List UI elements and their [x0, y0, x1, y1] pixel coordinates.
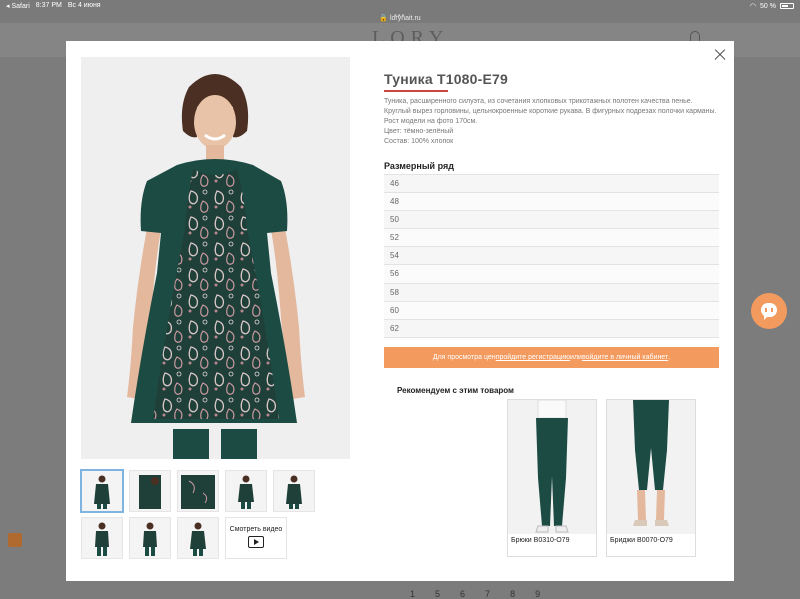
product-description-block: Туника, расширенного силуэта, из сочетан…: [384, 97, 720, 147]
sizes-heading: Размерный ряд: [384, 161, 454, 171]
thumbnail[interactable]: [81, 517, 123, 559]
model-illustration: [127, 74, 305, 459]
product-quick-view-modal: Смотреть видео Туника Т1080-Е79 Туника, …: [66, 41, 734, 581]
banner-text: .: [668, 354, 671, 361]
size-row: 60: [384, 301, 719, 320]
sidebar-badge: [8, 533, 22, 547]
capri-illustration: [633, 400, 669, 526]
thumbnail[interactable]: [177, 470, 219, 512]
play-icon: [248, 536, 264, 548]
product-color: Цвет: тёмно-зелёный: [384, 128, 454, 135]
recommended-product-photo: [508, 400, 596, 534]
pagination: 1 5 6 7 8 9: [410, 589, 540, 599]
model-figure-icon: [139, 475, 161, 509]
thumbnail[interactable]: [225, 470, 267, 512]
size-row: 46: [384, 175, 719, 194]
size-row: 50: [384, 211, 719, 230]
chat-button[interactable]: [751, 293, 787, 329]
model-figure-icon: [190, 522, 206, 556]
wifi-icon: ◠: [749, 3, 757, 10]
size-row: 52: [384, 229, 719, 248]
model-figure-icon: [238, 475, 254, 509]
thumbnail[interactable]: [273, 470, 315, 512]
thumbnail[interactable]: [129, 470, 171, 512]
thumbnail[interactable]: [129, 517, 171, 559]
product-description: Туника, расширенного силуэта, из сочетан…: [384, 98, 717, 125]
login-prompt-banner: Для просмотра цен пройдите регистрацию и…: [384, 347, 719, 368]
size-row: 58: [384, 283, 719, 302]
thumbnail[interactable]: [177, 517, 219, 559]
model-figure-icon: [94, 475, 110, 509]
product-main-photo[interactable]: [81, 57, 350, 459]
recommended-product-card[interactable]: Бриджи В0070-О79: [606, 399, 696, 557]
page-link[interactable]: 6: [460, 589, 465, 599]
battery-percent: 50 %: [760, 2, 776, 10]
banner-text: Для просмотра цен: [432, 354, 496, 361]
register-link[interactable]: пройдите регистрацию: [496, 354, 570, 361]
size-row: 62: [384, 319, 719, 338]
page-link[interactable]: 7: [485, 589, 490, 599]
chat-bubble-icon: [761, 303, 777, 320]
product-info: Туника Т1080-Е79 Туника, расширенного си…: [384, 71, 720, 147]
thumbnail[interactable]: [81, 470, 123, 512]
safari-url-bar[interactable]: ••• 🔒 lorynait.ru: [0, 11, 800, 23]
model-figure-icon: [95, 522, 109, 556]
status-date: Вс 4 июня: [67, 2, 101, 9]
back-to-app[interactable]: ◂ Safari: [6, 2, 30, 10]
fabric-closeup-icon: [181, 475, 215, 509]
page-link[interactable]: 9: [535, 589, 540, 599]
product-title: Туника Т1080-Е79: [384, 71, 509, 87]
model-figure-icon: [143, 522, 157, 556]
recommendations-heading: Рекомендуем с этим товаром: [397, 386, 514, 395]
status-time: 8:37 PM: [35, 2, 62, 9]
close-icon[interactable]: [712, 47, 728, 63]
leggings-illustration: [535, 400, 569, 533]
recommended-product-name: Бриджи В0070-О79: [610, 537, 673, 544]
battery-icon: [780, 3, 794, 9]
title-underline: [384, 90, 448, 92]
product-composition: Состав: 100% хлопок: [384, 138, 454, 145]
recommended-product-card[interactable]: Брюки В0310-О79: [507, 399, 597, 557]
watch-video-label: Смотреть видео: [229, 526, 283, 533]
model-figure-icon: [286, 475, 302, 509]
size-row: 48: [384, 193, 719, 212]
banner-text: или: [570, 354, 582, 361]
recommended-product-name: Брюки В0310-О79: [511, 537, 570, 544]
login-link[interactable]: войдите в личный кабинет: [582, 354, 668, 361]
page-link[interactable]: 8: [510, 589, 515, 599]
watch-video-button[interactable]: Смотреть видео: [225, 517, 287, 559]
size-row: 56: [384, 265, 719, 284]
size-row: 54: [384, 247, 719, 266]
more-dots-icon[interactable]: •••: [394, 11, 405, 20]
page-link[interactable]: 5: [435, 589, 440, 599]
size-list: 46 48 50 52 54 56 58 60 62: [384, 174, 719, 338]
recommended-product-photo: [607, 400, 695, 534]
page-link[interactable]: 1: [410, 589, 415, 599]
